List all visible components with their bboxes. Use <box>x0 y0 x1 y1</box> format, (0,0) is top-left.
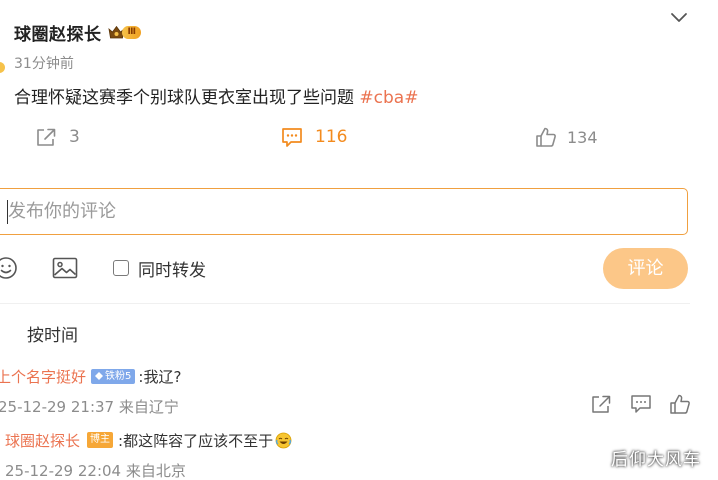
vip-badge[interactable]: Ⅲ <box>107 24 142 40</box>
fan-badge[interactable]: 铁粉5 <box>91 368 136 384</box>
share-icon[interactable] <box>590 394 612 414</box>
comment-icon[interactable] <box>630 394 652 414</box>
comment-meta: 25-12-29 21:37 来自辽宁 <box>0 398 179 416</box>
divider <box>0 303 690 304</box>
comment-button[interactable]: 116 <box>281 124 347 150</box>
post-author-name[interactable]: 球圈赵探长 <box>14 20 102 45</box>
forward-label: 同时转发 <box>138 260 206 281</box>
blogger-badge: 博主 <box>87 432 114 448</box>
comment-author[interactable]: 上个名字挺好 <box>0 366 86 387</box>
image-icon[interactable] <box>52 257 78 279</box>
post-body: 合理怀疑这赛季个别球队更衣室出现了些问题 #cba# <box>14 86 418 110</box>
diamond-icon <box>95 372 104 380</box>
comment-text: :都这阵容了应该不至于 <box>118 431 274 450</box>
comment-item: 上个名字挺好 铁粉5 :我辽? <box>0 364 181 388</box>
like-icon <box>536 127 556 147</box>
comment-text: :我辽? <box>138 367 182 386</box>
repost-icon <box>37 128 56 146</box>
post-timestamp[interactable]: 31分钟前 <box>14 53 74 73</box>
like-button[interactable]: 134 <box>535 124 598 150</box>
post-header: 球圈赵探长 Ⅲ <box>14 18 142 46</box>
repost-count: 3 <box>69 127 80 147</box>
comment-item: 球圈赵探长 博主 :都这阵容了应该不至于 <box>5 428 292 452</box>
comment-icon <box>282 128 302 147</box>
post-text: 合理怀疑这赛季个别球队更衣室出现了些问题 <box>14 88 360 108</box>
checkbox-box[interactable] <box>113 260 129 276</box>
submit-comment-button[interactable]: 评论 <box>603 248 688 289</box>
avatar-edge[interactable] <box>0 62 5 73</box>
hashtag-link[interactable]: #cba# <box>359 88 418 108</box>
comment-input[interactable] <box>0 188 688 235</box>
repost-button[interactable]: 3 <box>35 124 80 150</box>
emoji-icon[interactable] <box>0 256 18 280</box>
vip-level-label: Ⅲ <box>121 25 142 39</box>
like-count: 134 <box>567 127 598 147</box>
forward-checkbox[interactable]: 同时转发 <box>113 258 206 281</box>
chevron-down-icon[interactable] <box>668 10 690 26</box>
sort-by-time-tab[interactable]: 按时间 <box>27 321 78 346</box>
laugh-emoji-icon <box>275 432 292 448</box>
watermark: 后仰大风车 <box>611 450 701 470</box>
text-caret <box>7 200 8 224</box>
comment-meta: 25-12-29 22:04 来自北京 <box>5 462 186 480</box>
comment-author[interactable]: 球圈赵探长 <box>5 430 80 451</box>
comment-count: 116 <box>315 127 348 147</box>
like-icon[interactable] <box>669 394 691 414</box>
fan-badge-label: 铁粉5 <box>105 370 132 382</box>
